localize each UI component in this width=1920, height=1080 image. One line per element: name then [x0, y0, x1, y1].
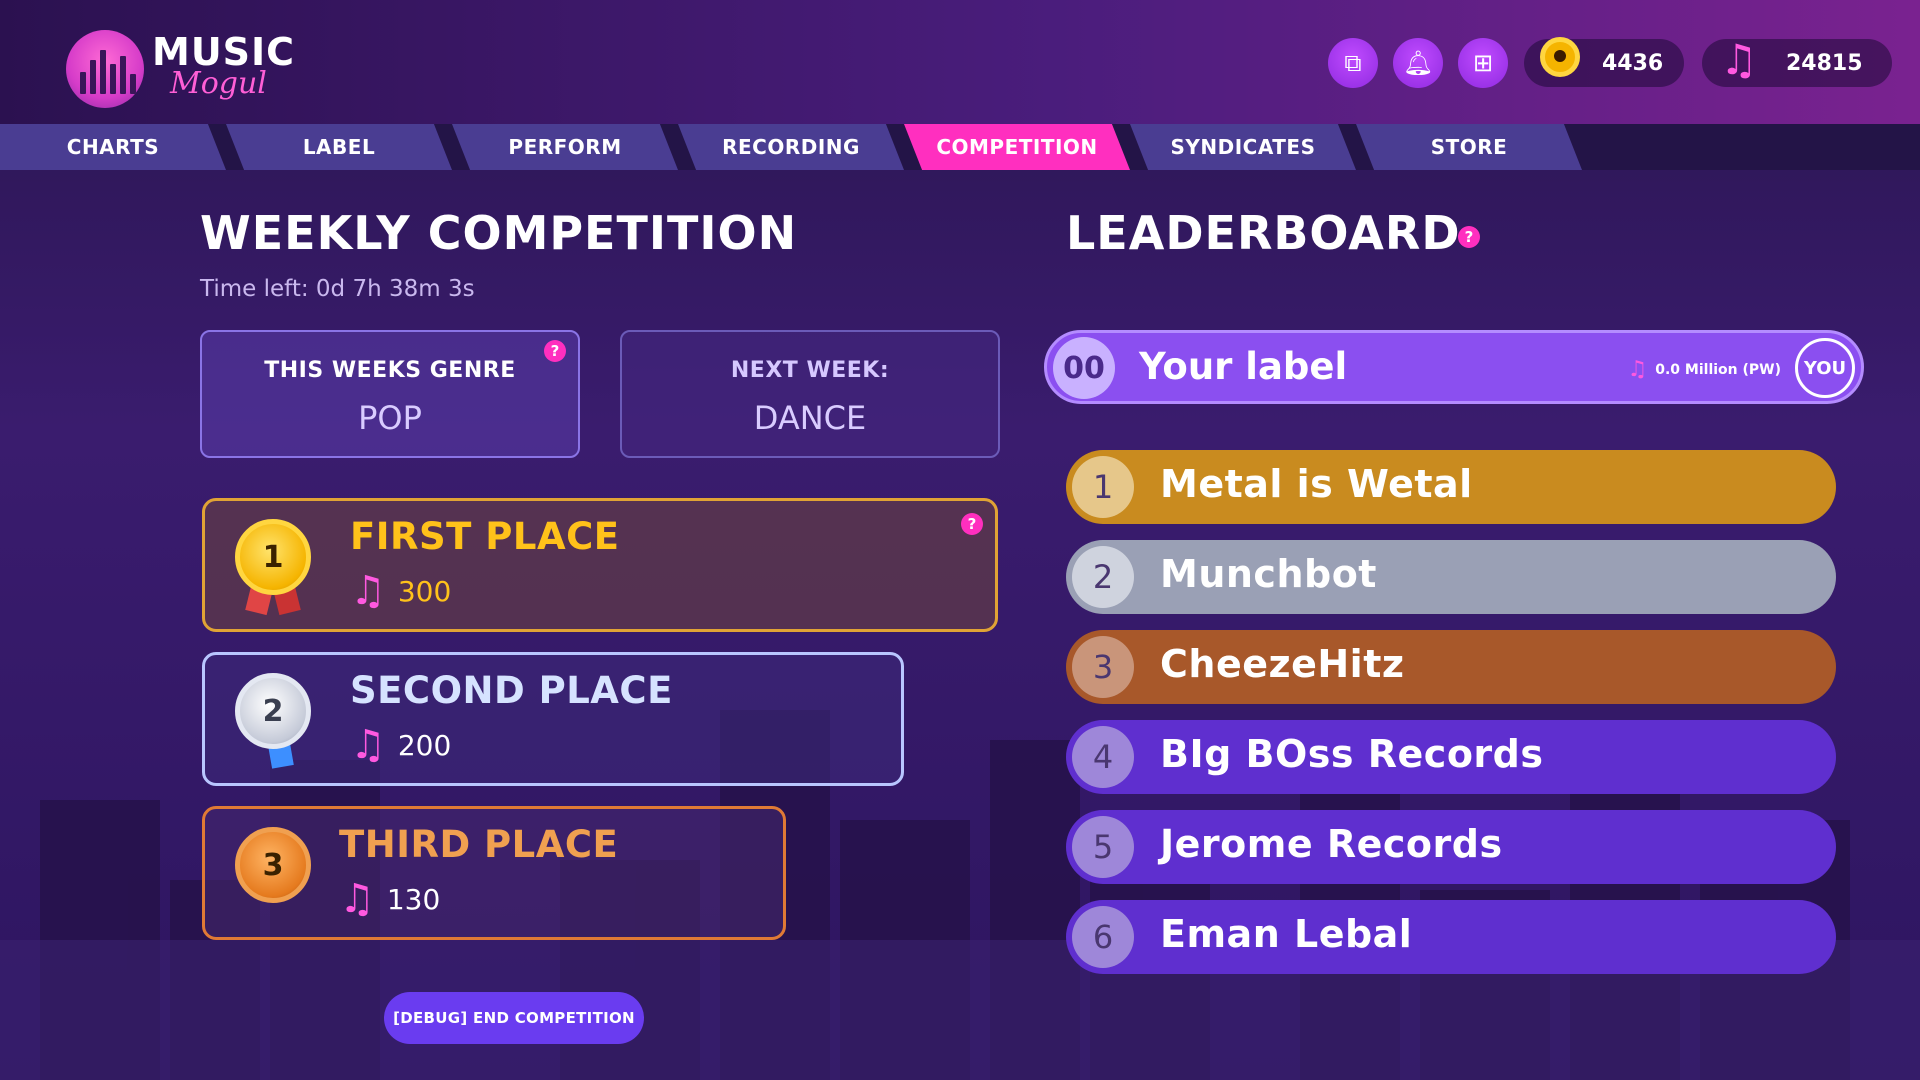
leaderboard-name: Metal is Wetal [1160, 462, 1473, 506]
copy-button[interactable]: ⧉ [1328, 38, 1378, 88]
silver-medal-icon: 2 [235, 673, 311, 749]
copy-icon: ⧉ [1344, 49, 1362, 77]
leaderboard-rank: 1 [1072, 456, 1134, 518]
leaderboard-row[interactable]: 2 Munchbot [1066, 540, 1836, 614]
help-icon[interactable]: ? [961, 513, 983, 535]
third-place-reward: ♫ 130 [339, 879, 440, 919]
tab-recording[interactable]: RECORDING [678, 124, 904, 170]
bronze-medal-icon: 3 [235, 827, 311, 903]
coins-value: 4436 [1602, 51, 1664, 76]
tab-perform[interactable]: PERFORM [452, 124, 678, 170]
second-place-reward: ♫ 200 [350, 725, 451, 765]
tab-label: SYNDICATES [1170, 135, 1316, 159]
music-note-icon: ♫ [1720, 35, 1758, 84]
tab-label: RECORDING [722, 135, 860, 159]
logo-equalizer-icon [66, 30, 144, 108]
music-note-icon: ♫ [350, 722, 386, 768]
tab-competition[interactable]: COMPETITION [904, 124, 1130, 170]
your-label-stat: ♫ 0.0 Million (PW) [1628, 357, 1782, 382]
tab-label: COMPETITION [936, 135, 1098, 159]
third-place-value: 130 [386, 882, 441, 916]
leaderboard-row[interactable]: 1 Metal is Wetal [1066, 450, 1836, 524]
coins-counter[interactable]: 4436 [1524, 37, 1684, 87]
tab-label: LABEL [302, 135, 376, 159]
leaderboard-rank: 3 [1072, 636, 1134, 698]
music-note-icon: ♫ [339, 876, 375, 922]
notes-value: 24815 [1786, 51, 1863, 76]
bell-icon: 🔔︎ [1402, 49, 1434, 77]
next-week-genre-card: NEXT WEEK: DANCE [620, 330, 1000, 458]
leaderboard-rank: 4 [1072, 726, 1134, 788]
leaderboard-row[interactable]: 5 Jerome Records [1066, 810, 1836, 884]
tab-label[interactable]: LABEL [226, 124, 452, 170]
help-icon[interactable]: ? [1458, 226, 1480, 248]
top-bar: MUSIC Mogul ⧉ 🔔︎ ⊞ 4436 ♫ 24815 [0, 0, 1920, 124]
leaderboard-row[interactable]: 6 Eman Lebal [1066, 900, 1836, 974]
gold-medal-icon: 1 [235, 519, 311, 595]
your-label-stat-value: 0.0 Million (PW) [1655, 361, 1781, 378]
notifications-button[interactable]: 🔔︎ [1393, 38, 1443, 88]
first-place-value: 300 [397, 574, 452, 608]
weekly-competition-title: WEEKLY COMPETITION [200, 206, 798, 260]
tab-label: PERFORM [508, 135, 622, 159]
tab-charts[interactable]: CHARTS [0, 124, 226, 170]
next-week-genre-value: DANCE [753, 399, 867, 437]
notes-counter[interactable]: ♫ 24815 [1702, 35, 1892, 87]
main-tabs: CHARTS LABEL PERFORM RECORDING COMPETITI… [0, 124, 1920, 170]
your-rank: 00 [1053, 337, 1115, 399]
leaderboard-name: Eman Lebal [1160, 912, 1413, 956]
leaderboard-rank: 6 [1072, 906, 1134, 968]
leaderboard-row[interactable]: 4 BIg BOss Records [1066, 720, 1836, 794]
this-week-genre-value: POP [358, 399, 422, 437]
logo-subtitle: Mogul [170, 66, 267, 101]
help-icon[interactable]: ? [544, 340, 566, 362]
you-badge: YOU [1795, 338, 1855, 398]
second-place-title: SECOND PLACE [350, 669, 673, 712]
leaderboard-rank: 5 [1072, 816, 1134, 878]
add-button[interactable]: ⊞ [1458, 38, 1508, 88]
first-place-title: FIRST PLACE [350, 515, 620, 558]
plus-square-icon: ⊞ [1472, 49, 1494, 77]
leaderboard-name: CheezeHitz [1160, 642, 1405, 686]
leaderboard-name: Jerome Records [1160, 822, 1503, 866]
your-label-row[interactable]: 00 Your label ♫ 0.0 Million (PW) YOU [1044, 330, 1864, 404]
leaderboard-row[interactable]: 3 CheezeHitz [1066, 630, 1836, 704]
third-place-card: 3 THIRD PLACE ♫ 130 [202, 806, 786, 940]
this-week-genre-card: ? THIS WEEKS GENRE POP [200, 330, 580, 458]
first-place-card: ? 1 FIRST PLACE ♫ 300 [202, 498, 998, 632]
leaderboard-rank: 2 [1072, 546, 1134, 608]
leaderboard-name: Munchbot [1160, 552, 1377, 596]
next-week-genre-label: NEXT WEEK: [730, 358, 890, 383]
tab-syndicates[interactable]: SYNDICATES [1130, 124, 1356, 170]
leaderboard-title: LEADERBOARD [1066, 206, 1461, 260]
tab-label: CHARTS [66, 135, 160, 159]
second-place-card: 2 SECOND PLACE ♫ 200 [202, 652, 904, 786]
first-place-reward: ♫ 300 [350, 571, 451, 611]
leaderboard-name: BIg BOss Records [1160, 732, 1544, 776]
your-label-name: Your label [1139, 345, 1348, 388]
this-week-genre-label: THIS WEEKS GENRE [264, 358, 516, 383]
tab-store[interactable]: STORE [1356, 124, 1582, 170]
time-left: Time left: 0d 7h 38m 3s [200, 276, 475, 302]
music-note-icon: ♫ [1627, 357, 1648, 382]
tab-label: STORE [1430, 135, 1508, 159]
music-note-icon: ♫ [350, 568, 386, 614]
debug-end-competition-button[interactable]: [DEBUG] END COMPETITION [384, 992, 644, 1044]
third-place-title: THIRD PLACE [339, 823, 619, 866]
second-place-value: 200 [397, 728, 452, 762]
music-mogul-logo: MUSIC Mogul [66, 26, 306, 110]
